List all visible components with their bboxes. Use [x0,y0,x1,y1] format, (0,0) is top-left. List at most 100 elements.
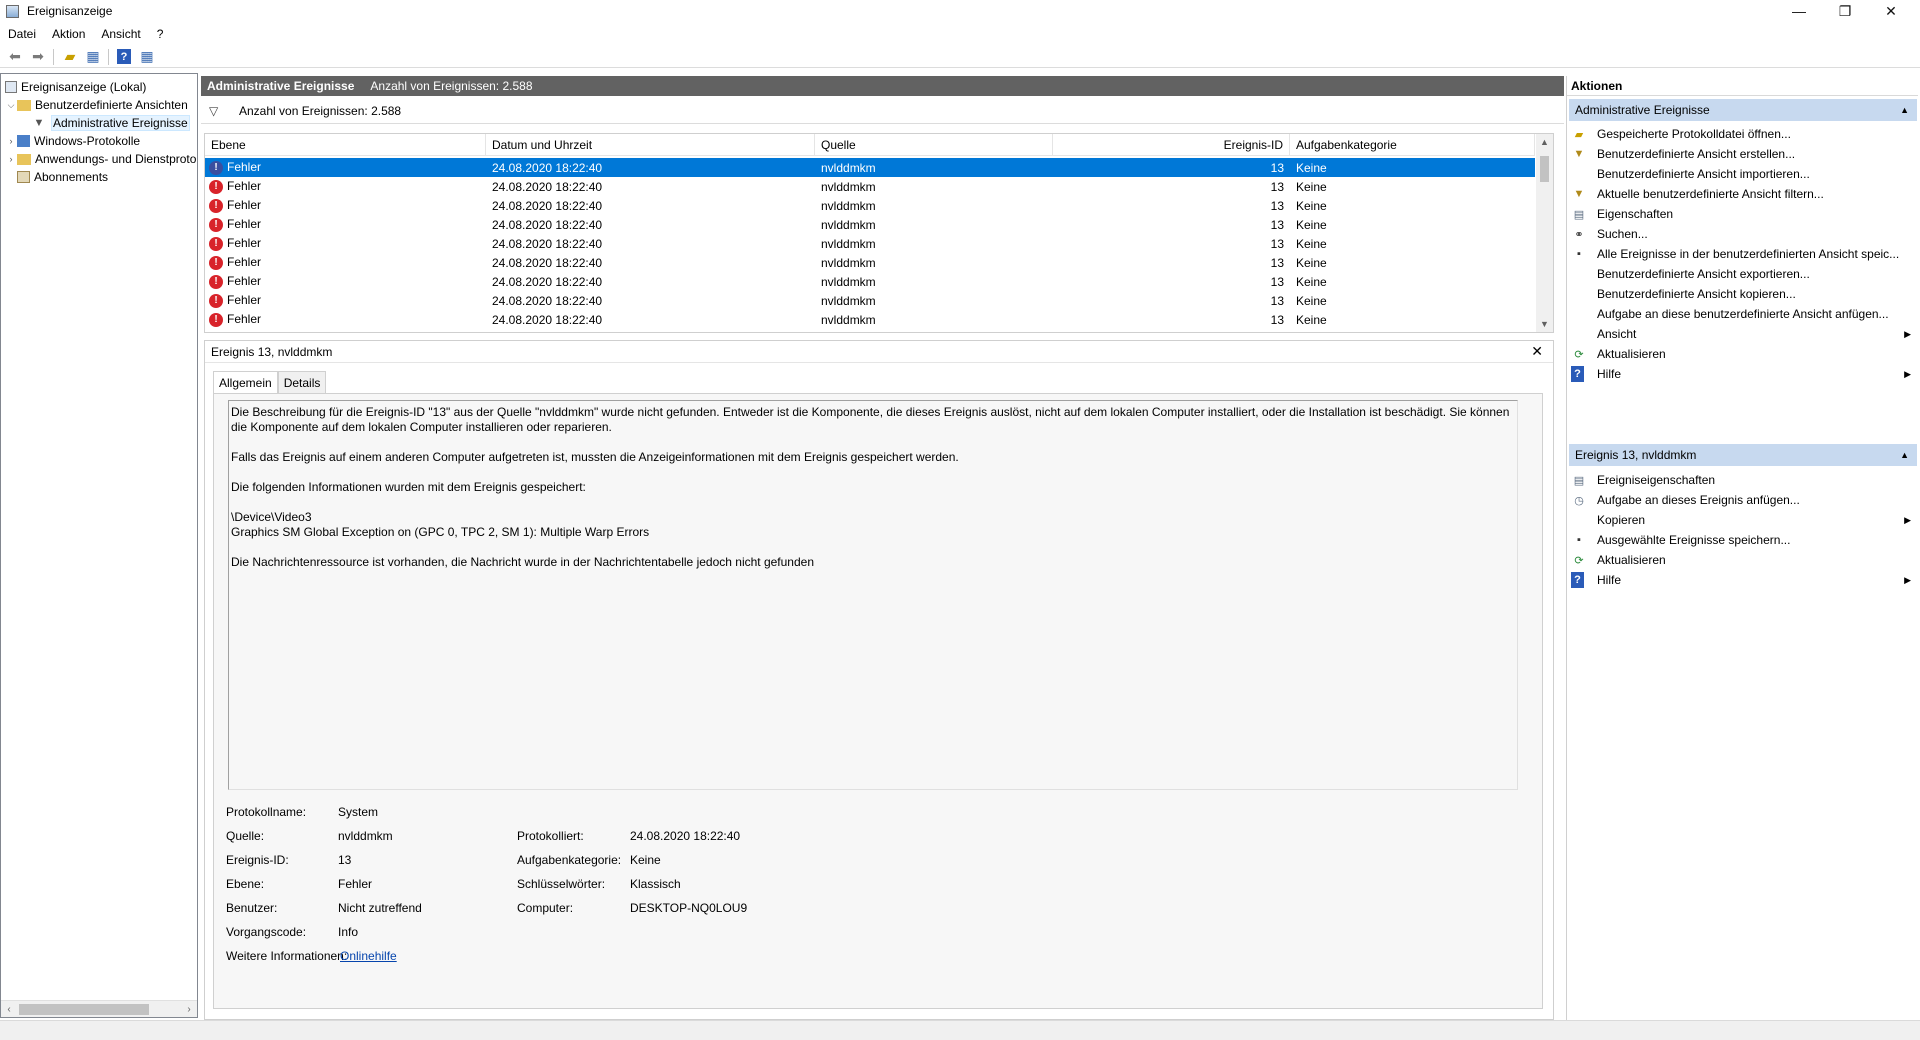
action-item[interactable]: Ansicht ▶ [1571,323,1917,345]
action-item[interactable]: ? Hilfe ▶ [1571,363,1917,385]
level-text: Fehler [227,236,262,251]
minimize-button[interactable]: — [1776,0,1822,22]
properties-icon: ▤ [1573,474,1585,487]
show-hide-tree-icon[interactable]: ▦ [82,47,104,67]
column-level[interactable]: Ebene [205,134,486,156]
tab-allgemein[interactable]: Allgemein [213,371,278,394]
tree-item-app-service-logs[interactable]: › Anwendungs- und Dienstprotokolle [5,150,198,168]
back-icon[interactable]: ⬅ [4,47,26,67]
action-item[interactable]: ? Hilfe ▶ [1571,569,1917,591]
section-title: Administrative Ereignisse [1575,103,1710,117]
table-row[interactable]: ! Fehler 24.08.2020 18:22:40 nvlddmkm 13 Kein… [205,272,1535,291]
properties-icon: ▤ [1573,208,1585,221]
error-icon: ! [209,293,223,308]
collapse-icon[interactable]: ▲ [1900,450,1909,460]
scroll-up-icon[interactable]: ▲ [1536,134,1553,150]
action-label: Aktuelle benutzerdefinierte Ansicht filt… [1597,187,1824,201]
show-hide-action-pane-icon[interactable]: ▦ [136,47,158,67]
tree-horizontal-scrollbar[interactable]: ‹ › [1,1000,197,1017]
action-label: Benutzerdefinierte Ansicht kopieren... [1597,287,1796,301]
action-item[interactable]: ▪ Ausgewählte Ereignisse speichern... [1571,529,1917,551]
action-item[interactable]: Benutzerdefinierte Ansicht kopieren... [1571,283,1917,305]
toolbar-separator [53,48,54,65]
action-item[interactable]: ▪ Alle Ereignisse in der benutzerdefinier… [1571,243,1917,265]
close-button[interactable]: ✕ [1868,0,1914,22]
action-item[interactable]: Benutzerdefinierte Ansicht importieren..… [1571,163,1917,185]
blank-icon [1571,326,1587,342]
tab-details[interactable]: Details [277,371,327,393]
action-item[interactable]: ⟳ Aktualisieren [1571,343,1917,365]
online-help-link[interactable]: Onlinehilfe [340,949,397,963]
date-cell: 24.08.2020 18:22:40 [492,179,603,194]
tree-item-subscriptions[interactable]: Abonnements [17,168,108,186]
action-item[interactable]: ▤ Ereigniseigenschaften [1571,469,1917,491]
expand-icon[interactable]: › [5,136,17,146]
level-cell: ! Fehler [205,236,486,251]
table-row[interactable]: ! Fehler 24.08.2020 18:22:40 nvlddmkm 13 Kein… [205,310,1535,329]
source-cell: nvlddmkm [821,312,876,327]
scroll-right-icon[interactable]: › [181,1001,197,1017]
navigation-tree: Ereignisanzeige (Lokal) ⌵ Benutzerdefini… [0,73,198,1018]
event-description[interactable]: Die Beschreibung für die Ereignis-ID "13… [228,400,1518,790]
category-cell: Keine [1296,198,1327,213]
action-item[interactable]: ⟳ Aktualisieren [1571,549,1917,571]
tree-item-windows-logs[interactable]: › Windows-Protokolle [5,132,141,150]
binoculars-icon: ⚭ [1574,228,1584,241]
expand-icon[interactable]: › [5,154,17,164]
action-item[interactable]: ▰ Gespeicherte Protokolldatei öffnen... [1571,123,1917,145]
id-cell: 13 [1270,236,1284,251]
menu-aktion[interactable]: Aktion [44,27,93,41]
scroll-thumb[interactable] [1540,156,1549,182]
column-source[interactable]: Quelle [815,134,1053,156]
action-item[interactable]: Benutzerdefinierte Ansicht exportieren..… [1571,263,1917,285]
table-row[interactable]: ! Fehler 24.08.2020 18:22:40 nvlddmkm 13 Kein… [205,234,1535,253]
keywords-value: Klassisch [630,877,681,891]
help-icon[interactable]: ? [117,49,131,64]
table-row[interactable]: ! Fehler 24.08.2020 18:22:40 nvlddmkm 13 Kein… [205,177,1535,196]
section-header-admin-events[interactable]: Administrative Ereignisse ▲ [1569,99,1917,121]
view-header: Administrative Ereignisse Anzahl von Ere… [201,76,1564,96]
action-item[interactable]: ⚭ Suchen... [1571,223,1917,245]
menu-datei[interactable]: Datei [0,27,44,41]
scroll-down-icon[interactable]: ▼ [1536,316,1553,332]
folder-up-icon[interactable]: ▰ [59,47,81,67]
blank-icon [1571,266,1587,282]
forward-icon[interactable]: ➡ [27,47,49,67]
scroll-thumb[interactable] [19,1004,149,1015]
menu-ansicht[interactable]: Ansicht [93,27,148,41]
action-label: Benutzerdefinierte Ansicht importieren..… [1597,167,1810,181]
tree-item-root[interactable]: Ereignisanzeige (Lokal) [5,78,146,96]
menu-help[interactable]: ? [149,27,172,41]
table-row[interactable]: ! Fehler 24.08.2020 18:22:40 nvlddmkm 13 Kein… [205,291,1535,310]
action-item[interactable]: ▼ Aktuelle benutzerdefinierte Ansicht fil… [1571,183,1917,205]
error-icon: ! [209,236,223,251]
restore-button[interactable]: ❐ [1822,0,1868,22]
section-header-event[interactable]: Ereignis 13, nvlddmkm ▲ [1569,444,1917,466]
tree-item-admin-events[interactable]: ▼ Administrative Ereignisse [31,114,190,132]
window-title: Ereignisanzeige [27,4,113,18]
column-task-category[interactable]: Aufgabenkategorie [1290,134,1535,156]
id-cell: 13 [1270,255,1284,270]
action-item[interactable]: ▤ Eigenschaften [1571,203,1917,225]
scroll-left-icon[interactable]: ‹ [1,1001,17,1017]
column-date[interactable]: Datum und Uhrzeit [486,134,815,156]
table-row[interactable]: ! Fehler 24.08.2020 18:22:40 nvlddmkm 13 Kein… [205,196,1535,215]
tree-item-custom-views[interactable]: ⌵ Benutzerdefinierte Ansichten [5,96,188,114]
table-vertical-scrollbar[interactable]: ▲ ▼ [1536,134,1553,332]
table-row[interactable]: ! Fehler 24.08.2020 18:22:40 nvlddmkm 13 Kein… [205,215,1535,234]
table-row[interactable]: ! Fehler 24.08.2020 18:22:40 nvlddmkm 13 Kein… [205,158,1535,177]
action-item[interactable]: ▼ Benutzerdefinierte Ansicht erstellen... [1571,143,1917,165]
collapse-icon[interactable]: ⌵ [5,100,17,111]
filter-icon: ▽ [209,103,219,118]
action-item[interactable]: Kopieren ▶ [1571,509,1917,531]
column-event-id[interactable]: Ereignis-ID [1053,134,1290,156]
actions-pane: Aktionen Administrative Ereignisse ▲ ▰ Ge… [1566,76,1918,1020]
action-label: Gespeicherte Protokolldatei öffnen... [1597,127,1791,141]
action-item[interactable]: ◷ Aufgabe an dieses Ereignis anfügen... [1571,489,1917,511]
action-label: Aktualisieren [1597,553,1666,567]
table-row[interactable]: ! Fehler 24.08.2020 18:22:40 nvlddmkm 13 Kein… [205,253,1535,272]
blank-icon [1571,166,1587,182]
action-item[interactable]: Aufgabe an diese benutzerdefinierte Ansi… [1571,303,1917,325]
collapse-icon[interactable]: ▲ [1900,105,1909,115]
close-detail-icon[interactable]: ✕ [1531,343,1543,360]
